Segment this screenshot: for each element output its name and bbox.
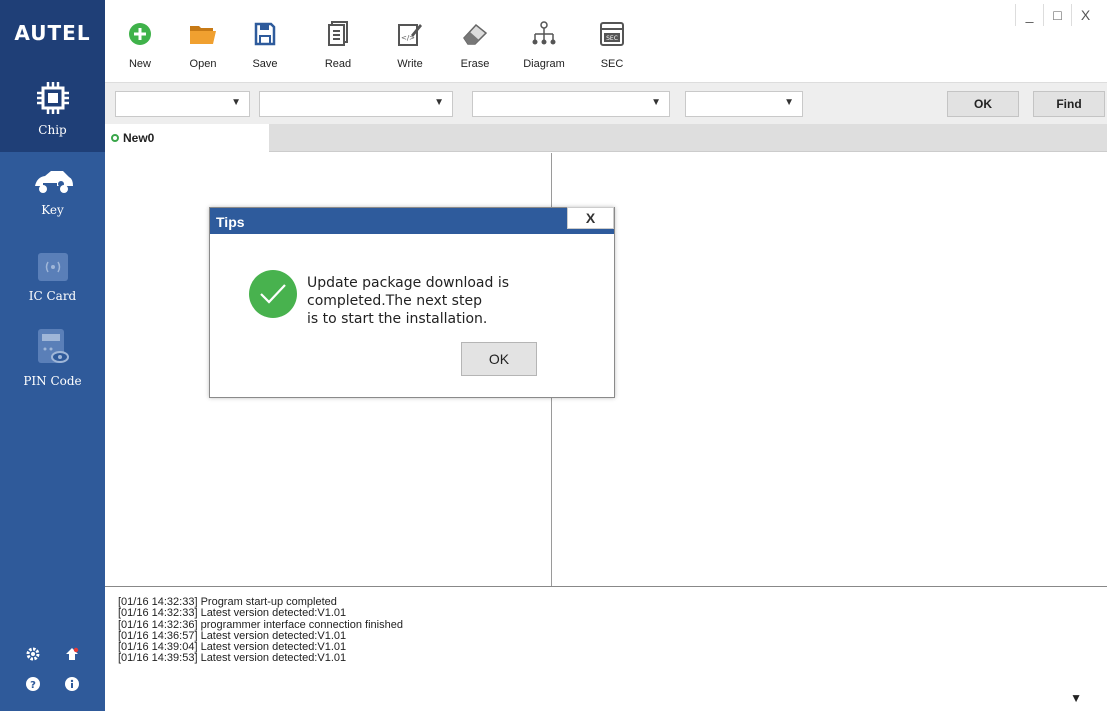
home-update-icon[interactable] xyxy=(65,647,79,664)
sidebar-item-pin-code[interactable]: PIN Code xyxy=(0,327,105,392)
log-panel: [01/16 14:32:33] Program start-up comple… xyxy=(105,586,1107,711)
filter-bar: ▼ ▼ ▼ ▼ OK Find xyxy=(105,82,1107,124)
filter-select-1[interactable]: ▼ xyxy=(115,91,250,117)
eraser-icon xyxy=(461,22,489,49)
sidebar-item-label: Key xyxy=(41,203,64,217)
write-icon: </> xyxy=(397,21,423,50)
diagram-icon xyxy=(531,20,557,50)
filter-select-2[interactable]: ▼ xyxy=(259,91,453,117)
dropdown-arrow-icon: ▼ xyxy=(651,97,661,108)
dialog-message-line: Update package download is xyxy=(307,275,510,291)
find-button[interactable]: Find xyxy=(1033,91,1105,117)
scroll-down-icon[interactable]: ▼ xyxy=(1070,691,1082,705)
dialog-title-bar: Tips X xyxy=(210,207,614,234)
minimize-button[interactable]: _ xyxy=(1015,4,1043,26)
folder-icon xyxy=(189,23,217,48)
log-line: [01/16 14:32:33] Latest version detected… xyxy=(118,607,347,620)
dropdown-arrow-icon: ▼ xyxy=(784,97,794,108)
read-icon xyxy=(327,20,349,50)
filter-select-3[interactable]: ▼ xyxy=(472,91,670,117)
sidebar-item-chip[interactable]: Chip xyxy=(0,66,105,152)
save-label: Save xyxy=(252,58,278,70)
dropdown-arrow-icon: ▼ xyxy=(231,97,241,108)
dialog-close-button[interactable]: X xyxy=(567,207,614,229)
ic-card-icon xyxy=(36,253,70,285)
sidebar-item-key[interactable]: Key xyxy=(0,168,105,238)
success-check-icon xyxy=(249,270,297,318)
status-dot-icon xyxy=(111,134,119,142)
chip-icon xyxy=(35,82,71,119)
dropdown-arrow-icon: ▼ xyxy=(434,97,444,108)
car-key-icon xyxy=(31,171,75,199)
dialog-message-line: is to start the installation. xyxy=(307,311,488,327)
autel-logo: AUTEL xyxy=(0,0,105,66)
log-line: [01/16 14:39:53] Latest version detected… xyxy=(118,652,347,665)
sec-button[interactable]: SEC SEC xyxy=(582,20,642,70)
filter-select-4[interactable]: ▼ xyxy=(685,91,803,117)
settings-icon[interactable] xyxy=(26,647,40,664)
write-label: Write xyxy=(397,58,423,70)
add-icon xyxy=(128,22,152,49)
sidebar-item-label: IC Card xyxy=(28,289,77,303)
new-label: New xyxy=(128,58,151,70)
save-icon xyxy=(254,22,276,49)
toolbar: New Open Save Read </> Write Erase Diagr… xyxy=(105,0,1107,82)
sec-icon-text: SEC xyxy=(606,35,618,42)
dialog-title: Tips xyxy=(216,214,245,230)
write-button[interactable]: </> Write xyxy=(380,20,440,70)
sidebar: AUTEL Chip Key IC Card PIN Code ? xyxy=(0,0,105,711)
tab-bar: New0 xyxy=(105,124,1107,152)
save-button[interactable]: Save xyxy=(235,20,295,70)
dialog-ok-button[interactable]: OK xyxy=(461,342,537,376)
erase-button[interactable]: Erase xyxy=(445,20,505,70)
sec-label: SEC xyxy=(600,58,624,70)
pin-code-icon xyxy=(33,329,73,370)
close-window-button[interactable]: X xyxy=(1071,4,1099,26)
ok-button[interactable]: OK xyxy=(947,91,1019,117)
sidebar-item-label: Chip xyxy=(38,123,67,137)
tips-dialog: Tips X Update package download is comple… xyxy=(209,207,615,398)
read-button[interactable]: Read xyxy=(308,20,368,70)
info-icon[interactable] xyxy=(65,677,79,694)
diagram-label: Diagram xyxy=(523,58,565,70)
sidebar-item-label: PIN Code xyxy=(23,374,82,388)
erase-label: Erase xyxy=(460,58,490,70)
maximize-button[interactable]: □ xyxy=(1043,4,1071,26)
open-label: Open xyxy=(189,58,217,70)
tab-label: New0 xyxy=(123,131,155,145)
open-button[interactable]: Open xyxy=(173,20,233,70)
sec-icon: SEC xyxy=(599,21,625,50)
new-button[interactable]: New xyxy=(110,20,170,70)
sidebar-item-ic-card[interactable]: IC Card xyxy=(0,252,105,312)
window-controls: _ □ X xyxy=(1015,4,1099,26)
help-icon[interactable]: ? xyxy=(26,677,40,694)
svg-text:?: ? xyxy=(30,680,36,691)
read-label: Read xyxy=(324,58,352,70)
tab-new0[interactable]: New0 xyxy=(105,124,269,152)
dialog-message: Update package download is completed.The… xyxy=(307,274,557,328)
dialog-message-line: completed.The next step xyxy=(307,293,482,309)
diagram-button[interactable]: Diagram xyxy=(514,20,574,70)
